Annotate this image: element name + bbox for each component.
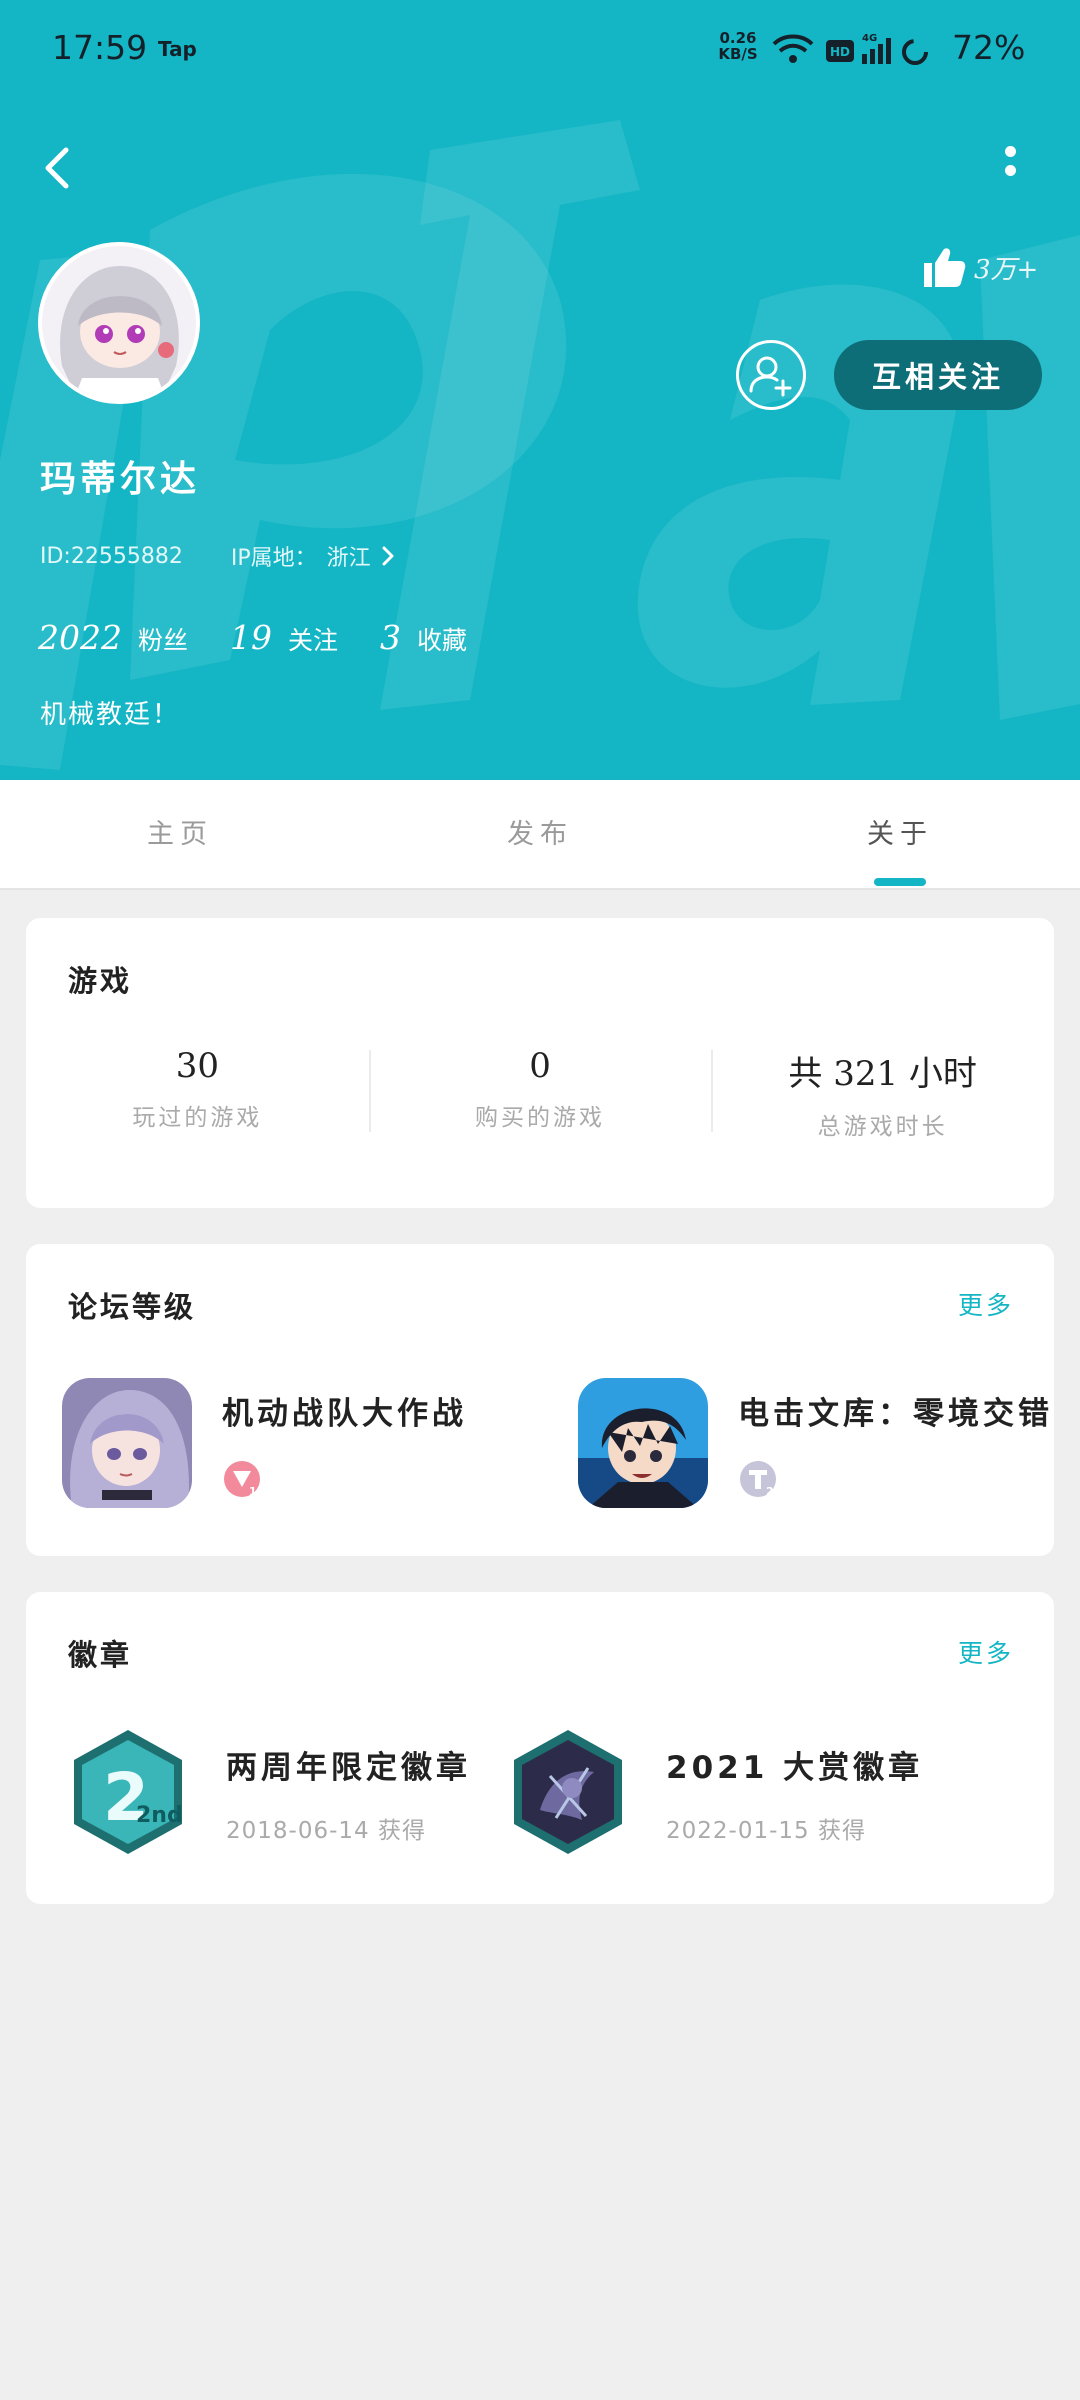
stat-caption: 玩过的游戏 [132,1105,263,1131]
ip-label: IP属地： [230,546,317,571]
forum-game-name: 机动战队大作战 [222,1396,467,1432]
signal-icon: 4G [862,33,891,64]
stat-value: 共 321 小时 [788,1054,977,1094]
forum-level-card: 论坛等级 更多 机动战队大作战 11 电击文库：零境交错 2 [26,1244,1054,1556]
games-card: 游戏 30 玩过的游戏 0 购买的游戏 共 321 小时 总游戏时长 [26,918,1054,1208]
badges-more-link[interactable]: 更多 [958,1634,1014,1670]
forum-item[interactable]: 电击文库：零境交错 2 [578,1378,1053,1512]
badges-card: 徽章 更多 2 2nd 两周年限定徽章 2018-06-14 获得 2021 大… [26,1592,1054,1904]
svg-text:4G: 4G [862,33,877,44]
stat-caption: 购买的游戏 [475,1105,605,1131]
games-played-stat[interactable]: 30 玩过的游戏 [26,1046,369,1146]
forum-level-value: 2 [766,1485,774,1498]
add-friend-button[interactable] [736,340,806,410]
chevron-right-icon [382,546,394,566]
wifi-icon [772,34,814,63]
forum-item[interactable]: 机动战队大作战 11 [62,1378,467,1512]
more-dot-icon [1004,165,1016,176]
badge-item[interactable]: 2021 大赏徽章 2022-01-15 获得 [510,1728,923,1868]
badge-name: 2021 大赏徽章 [666,1750,924,1786]
status-time: 17:59 [52,28,148,67]
stat-value: 30 [175,1046,219,1086]
fans-label[interactable]: 粉丝 [138,621,188,657]
profile-header: 17:59 Tap 0.26 KB/S HD 4G 72% 3万+ 互相关注 玛… [0,0,1080,780]
badge-date: 2022-01-15 获得 [666,1818,866,1844]
games-purchased-stat[interactable]: 0 购买的游戏 [368,1046,712,1146]
more-dot-icon [1004,146,1016,157]
forum-level-badge-icon: 2 [740,1461,776,1498]
favorites-label[interactable]: 收藏 [417,621,467,657]
likes-count: 3万+ [922,244,1038,290]
profile-stats: 2022 粉丝 19 关注 3 收藏 [38,618,509,657]
user-meta: ID:22555882 IP属地： 浙江 [40,540,395,572]
status-app-label: Tap [158,37,197,61]
svg-text:HD: HD [830,45,850,59]
active-tab-indicator [874,878,926,886]
battery-ring-icon [902,39,928,65]
games-title: 游戏 [68,964,133,998]
tab-posts[interactable]: 发布 [360,780,720,888]
forum-level-badge-icon: 11 [224,1461,264,1498]
thumbs-up-icon [924,248,966,287]
forum-level-value: 11 [249,1485,262,1498]
back-button[interactable] [34,140,80,196]
tab-home[interactable]: 主页 [0,780,360,888]
battery-percent: 72% [952,28,1026,67]
award-2021-badge-icon [514,1730,622,1854]
user-id: ID:22555882 [40,543,183,569]
following-label[interactable]: 关注 [288,621,338,657]
badges-title: 徽章 [68,1638,133,1672]
game-stats: 30 玩过的游戏 0 购买的游戏 共 321 小时 总游戏时长 [26,1046,1054,1146]
total-playtime-stat[interactable]: 共 321 小时 总游戏时长 [711,1046,1054,1146]
profile-tabs: 主页 发布 关于 [0,780,1080,890]
stat-caption: 总游戏时长 [817,1114,948,1140]
add-user-icon [749,356,792,397]
hd-icon: HD [826,40,854,62]
stat-value: 0 [529,1046,551,1086]
ip-location-link[interactable]: IP属地： 浙江 [231,540,395,572]
game-icon [578,1378,708,1508]
game-icon [62,1378,192,1508]
network-speed: 0.26 KB/S [714,30,762,62]
network-speed-value: 0.26 [719,29,757,47]
user-bio: 机械教廷！ [40,700,181,730]
chevron-left-icon [45,147,69,189]
forum-more-link[interactable]: 更多 [958,1286,1014,1322]
following-count[interactable]: 19 [230,618,272,657]
tab-label: 主页 [147,819,213,850]
forum-level-title: 论坛等级 [68,1290,197,1324]
fans-count[interactable]: 2022 [38,618,122,657]
badge-icon-text: 2nd [136,1803,183,1828]
status-bar: 17:59 Tap 0.26 KB/S HD 4G 72% [0,0,1080,100]
username: 玛蒂尔达 [40,459,201,500]
badge-name: 两周年限定徽章 [226,1750,471,1786]
likes-value: 3万+ [974,254,1039,285]
badge-item[interactable]: 2 2nd 两周年限定徽章 2018-06-14 获得 [70,1728,471,1868]
avatar-image [42,246,196,400]
badge-date: 2018-06-14 获得 [226,1818,426,1844]
tab-label: 关于 [867,819,933,850]
avatar[interactable] [38,242,200,404]
more-options-button[interactable] [996,146,1024,196]
tab-about[interactable]: 关于 [720,780,1080,888]
forum-game-name: 电击文库：零境交错 [738,1396,1053,1432]
favorites-count[interactable]: 3 [380,618,401,657]
network-speed-unit: KB/S [718,45,758,63]
anniversary-badge-icon: 2 2nd [74,1730,183,1854]
mutual-follow-button[interactable]: 互相关注 [834,340,1042,410]
tab-label: 发布 [507,819,573,850]
ip-value: 浙江 [326,546,371,571]
status-icons: HD 4G [772,33,928,65]
